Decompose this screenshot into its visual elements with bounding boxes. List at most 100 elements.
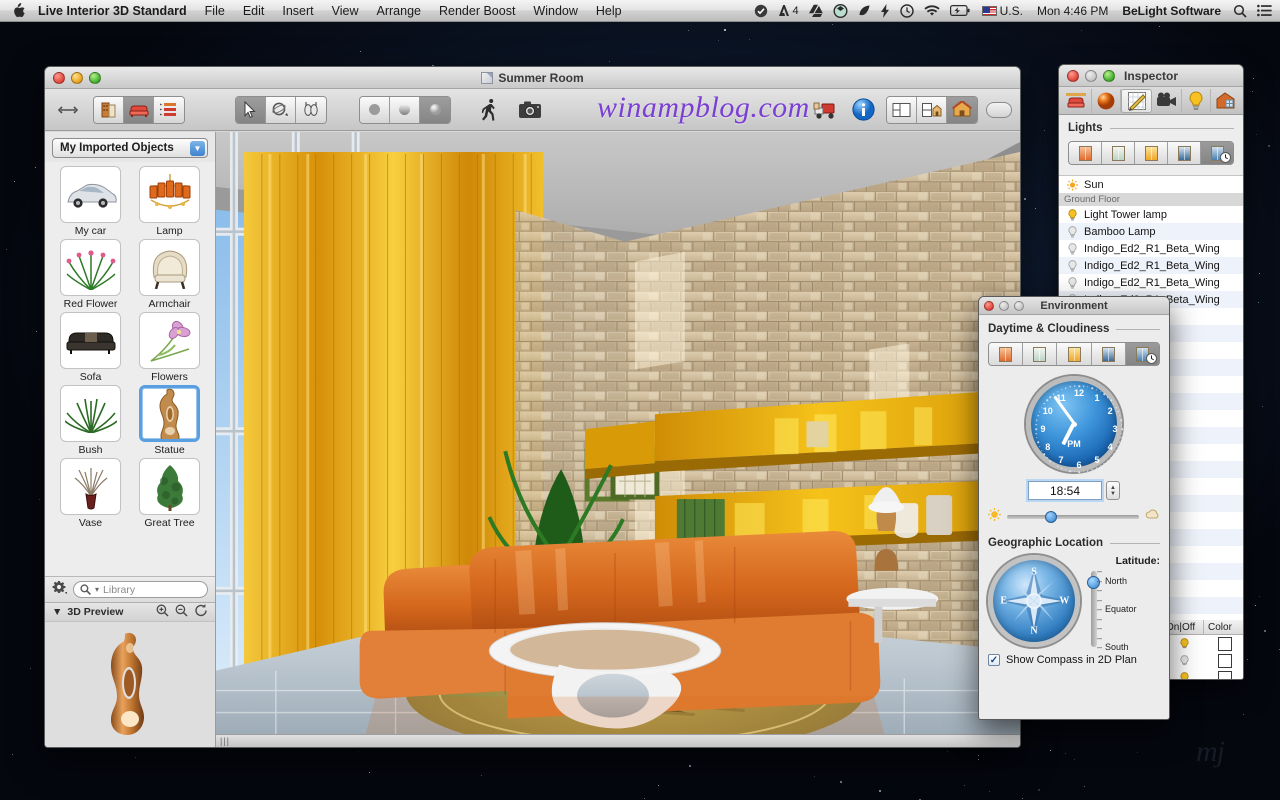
library-item-statue[interactable]: Statue: [131, 385, 208, 456]
latitude-slider[interactable]: North Equator South: [1087, 571, 1160, 647]
stepper-up-down-icon[interactable]: ▲ ▼: [1106, 481, 1120, 500]
list-icon[interactable]: [154, 97, 184, 123]
light-color-swatch[interactable]: [1205, 652, 1245, 669]
env-sunset-icon[interactable]: [989, 343, 1023, 365]
3d-view-icon[interactable]: [947, 97, 977, 123]
light-color-swatch[interactable]: [1205, 669, 1245, 680]
glossy-shading-icon[interactable]: [420, 97, 450, 123]
search-input[interactable]: ▾ Library: [73, 581, 208, 598]
bulb-off-icon[interactable]: [1164, 652, 1205, 669]
show-compass-checkbox-row[interactable]: ✓ Show Compass in 2D Plan: [988, 654, 1160, 666]
google-drive-icon[interactable]: [804, 0, 828, 22]
env-custom-icon[interactable]: [1126, 343, 1159, 365]
camera-icon[interactable]: [515, 95, 545, 125]
building-tab-icon[interactable]: [1211, 89, 1240, 113]
sofa-thumbnail[interactable]: [60, 312, 121, 369]
menu-item-render-boost[interactable]: Render Boost: [430, 0, 524, 22]
checkmark-icon[interactable]: ✓: [988, 654, 1000, 666]
render-truck-icon[interactable]: [810, 95, 840, 125]
car-thumbnail[interactable]: [60, 166, 121, 223]
light-tab-icon[interactable]: [1182, 89, 1212, 113]
wifi-icon[interactable]: [919, 0, 945, 22]
apple-icon[interactable]: [0, 3, 36, 18]
light-row[interactable]: Sun: [1059, 176, 1243, 193]
red-flower-thumbnail[interactable]: [60, 239, 121, 296]
library-item-vase[interactable]: Vase: [52, 458, 129, 529]
library-item-armchair[interactable]: Armchair: [131, 239, 208, 310]
light-row[interactable]: Light Tower lamp: [1059, 206, 1243, 223]
menu-item-file[interactable]: File: [196, 0, 234, 22]
preset-custom-icon[interactable]: [1201, 142, 1233, 164]
3d-viewport[interactable]: |||: [216, 132, 1020, 747]
chevron-down-icon[interactable]: ▼: [190, 141, 205, 156]
library-object-grid[interactable]: My car Lamp Red Flower Armchair Sofa Flowers B…: [45, 162, 215, 576]
library-item-flowers[interactable]: Flowers: [131, 312, 208, 383]
env-daylight-icon[interactable]: [1023, 343, 1057, 365]
search-scope-chevron-icon[interactable]: ▾: [95, 585, 99, 594]
menu-app-name[interactable]: Live Interior 3D Standard: [36, 0, 196, 22]
search-icon[interactable]: [1228, 0, 1252, 22]
preview-header[interactable]: ▼ 3D Preview: [45, 602, 215, 621]
armchair-thumbnail[interactable]: [139, 239, 200, 296]
building-icon[interactable]: [94, 97, 124, 123]
cloudiness-knob[interactable]: [1045, 511, 1057, 523]
menu-item-insert[interactable]: Insert: [273, 0, 322, 22]
menu-user-name[interactable]: BeLight Software: [1115, 0, 1228, 22]
light-row[interactable]: Bamboo Lamp: [1059, 223, 1243, 240]
gradient-shading-icon[interactable]: [390, 97, 420, 123]
cloudiness-slider[interactable]: [988, 508, 1160, 526]
tree-thumbnail[interactable]: [139, 458, 200, 515]
env-night-icon[interactable]: [1092, 343, 1126, 365]
compass-rose[interactable]: N E S W: [988, 555, 1080, 647]
menu-item-edit[interactable]: Edit: [234, 0, 274, 22]
preset-night-icon[interactable]: [1168, 142, 1201, 164]
chandelier-thumbnail[interactable]: [139, 166, 200, 223]
menu-item-arrange[interactable]: Arrange: [368, 0, 430, 22]
resize-arrows-icon[interactable]: [53, 95, 83, 125]
flash-icon[interactable]: [876, 0, 895, 22]
document-proxy-icon[interactable]: [481, 72, 493, 84]
library-item-lamp[interactable]: Lamp: [131, 166, 208, 237]
preset-sunset-icon[interactable]: [1069, 142, 1102, 164]
orbit-icon[interactable]: [266, 97, 296, 123]
menu-item-view[interactable]: View: [323, 0, 368, 22]
statue-thumbnail[interactable]: [139, 385, 200, 442]
info-icon[interactable]: [848, 95, 878, 125]
window-titlebar[interactable]: Summer Room: [45, 67, 1020, 89]
menu-clock[interactable]: Mon 4:46 PM: [1030, 0, 1115, 22]
camera-tab-icon[interactable]: [1152, 89, 1182, 113]
furniture-icon[interactable]: [124, 97, 154, 123]
library-item-sofa[interactable]: Sofa: [52, 312, 129, 383]
walk-pan-icon[interactable]: [296, 97, 326, 123]
light-color-swatch[interactable]: [1205, 635, 1245, 652]
gear-icon[interactable]: [52, 581, 67, 598]
evernote-icon[interactable]: [853, 0, 876, 22]
walkthrough-icon[interactable]: [475, 95, 505, 125]
menu-item-window[interactable]: Window: [524, 0, 586, 22]
resize-grip[interactable]: |||: [220, 736, 230, 746]
light-row[interactable]: Indigo_Ed2_R1_Beta_Wing: [1059, 257, 1243, 274]
material-tab-icon[interactable]: [1092, 89, 1122, 113]
preset-daylight-icon[interactable]: [1102, 142, 1135, 164]
object-tab-icon[interactable]: [1062, 89, 1092, 113]
dropbox-icon[interactable]: [828, 0, 853, 22]
cloudiness-track[interactable]: [1007, 515, 1139, 519]
light-row[interactable]: Indigo_Ed2_R1_Beta_Wing: [1059, 240, 1243, 257]
library-category-popup[interactable]: My Imported Objects ▼: [52, 138, 208, 158]
rotate-icon[interactable]: [194, 604, 208, 620]
inspector-titlebar[interactable]: Inspector: [1059, 65, 1243, 87]
bulb-on-icon[interactable]: [1164, 669, 1205, 680]
notification-center-icon[interactable]: [1252, 0, 1280, 22]
library-item-my-car[interactable]: My car: [52, 166, 129, 237]
time-input[interactable]: 18:54: [1028, 481, 1102, 500]
preview-pane[interactable]: [45, 621, 215, 747]
flowers-thumbnail[interactable]: [139, 312, 200, 369]
library-item-bush[interactable]: Bush: [52, 385, 129, 456]
zoom-out-icon[interactable]: [175, 604, 188, 620]
disclosure-triangle-icon[interactable]: ▼: [52, 606, 62, 618]
input-source-indicator[interactable]: U.S.: [975, 0, 1030, 22]
flat-shading-icon[interactable]: [360, 97, 390, 123]
environment-titlebar[interactable]: Environment: [979, 297, 1169, 315]
adobe-icon[interactable]: 4: [773, 0, 803, 22]
battery-icon[interactable]: [945, 0, 975, 22]
